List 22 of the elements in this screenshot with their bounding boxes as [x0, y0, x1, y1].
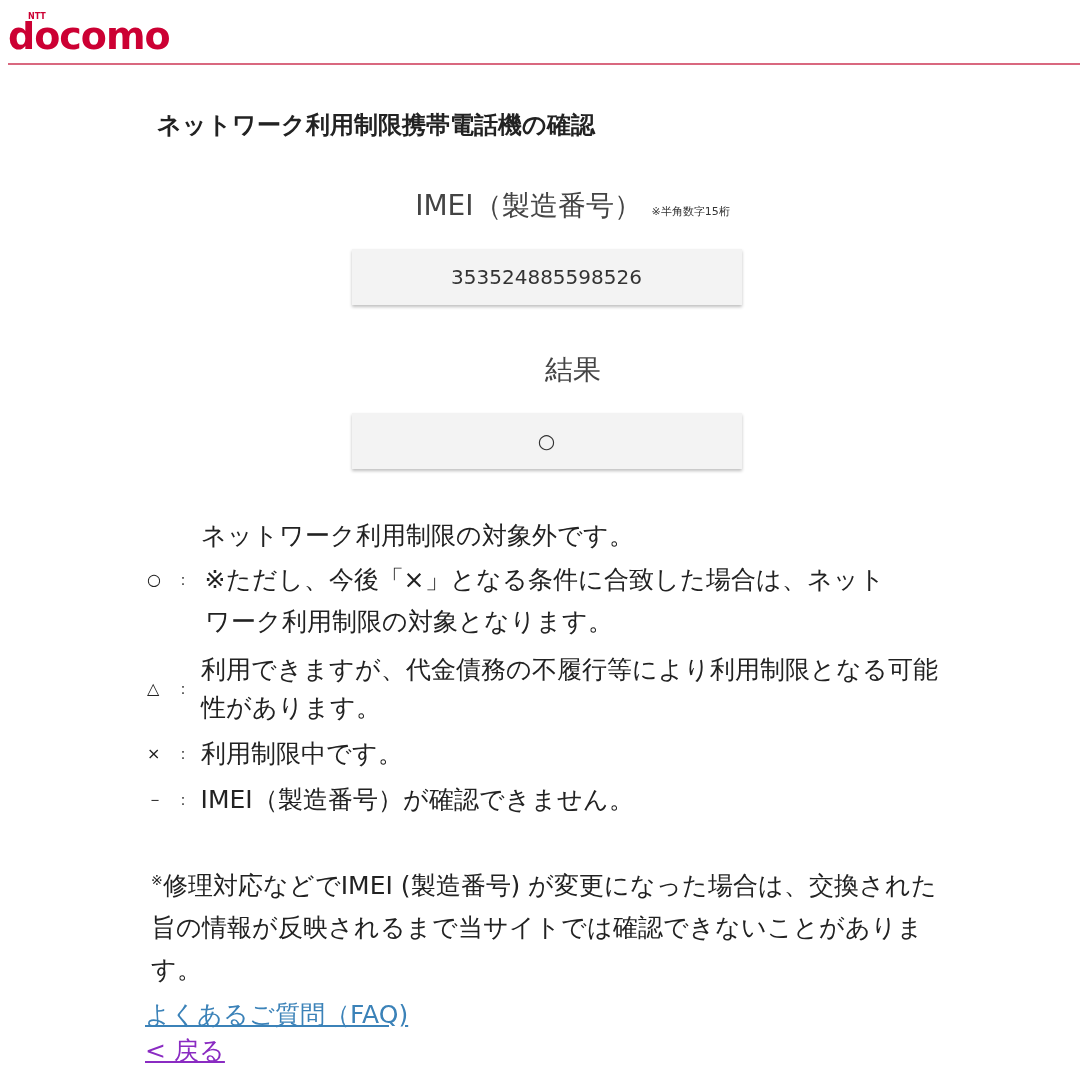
legend-text: IMEI（製造番号）が確認できません。 — [200, 784, 635, 816]
imei-hint: ※半角数字15桁 — [651, 204, 730, 219]
legend-symbol: － — [146, 789, 164, 811]
legend-text: 利用制限中です。 — [200, 738, 404, 770]
imei-field[interactable]: 353524885598526 — [351, 249, 742, 305]
legend-note: ※ただし、今後「×」となる条件に合致した場合は、ネットワーク利用制限の対象となります。 — [203, 564, 886, 638]
result-field: ○ — [351, 413, 742, 469]
notice-text: $^{※}$修理対応などでIMEI (製造番号) が変更になった場合は、交換された旨の情報が反映されるまで当サイトでは確認できないことがあります。 — [151, 870, 939, 987]
imei-label: IMEI（製造番号） — [415, 188, 642, 224]
legend-separator: ： — [174, 789, 192, 811]
page-title: ネットワーク利用制限携帯電話機の確認 — [157, 110, 597, 141]
legend-symbol: × — [146, 743, 162, 765]
legend-symbol: ○ — [146, 569, 162, 591]
legend-separator: ： — [174, 743, 192, 765]
legend-text: 利用できますが、代金債務の不履行等により利用制限となる可能性があります。 — [200, 654, 939, 724]
legend-text: ネットワーク利用制限の対象外です。 — [200, 520, 635, 552]
legend-symbol: △ — [146, 678, 161, 700]
result-label: 結果 — [544, 352, 601, 388]
text-link[interactable]: < 戻る — [145, 1033, 225, 1070]
legend-separator: ： — [174, 569, 192, 591]
legend-separator: ： — [174, 678, 192, 700]
text-link[interactable]: よくあるご質問（FAQ) — [145, 997, 409, 1034]
